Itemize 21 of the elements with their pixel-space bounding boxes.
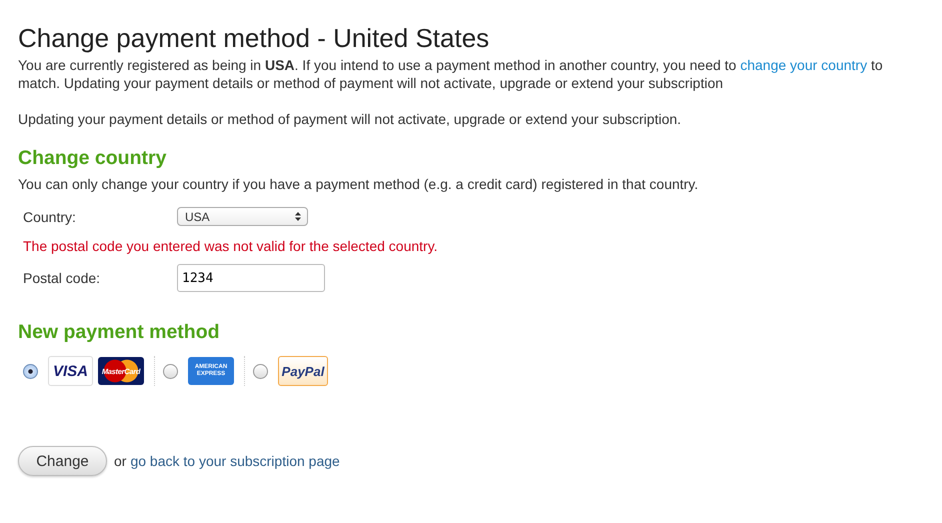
country-select[interactable]: USA <box>177 207 308 226</box>
postal-code-field[interactable]: 1234 <box>177 264 325 292</box>
radio-button[interactable] <box>163 364 178 378</box>
field-label: Postal code: <box>23 270 102 286</box>
card-logo: PayPal <box>278 356 328 386</box>
dropdown-arrow-icon <box>295 212 301 221</box>
page-title: Change payment method - United States <box>18 22 490 54</box>
card-logo: VISA <box>48 356 93 386</box>
or-text: or <box>114 453 126 469</box>
error-message: The postal code you entered was not valid for the selected country. <box>23 238 439 254</box>
radio-button[interactable] <box>23 364 38 378</box>
section-description: You can only change your country if you have a payment method (e.g. a credit card) registered in that country. <box>18 175 700 193</box>
intro-text: You are currently registered as being in USA. If you intend to use a payment method in another country, you need to change your country to match. Updating your payment details or method of payment will not activate, upgrade or extend your subscription <box>18 56 884 92</box>
change-country-link[interactable]: change your country <box>740 57 868 73</box>
change-button[interactable]: Change <box>18 446 107 476</box>
section-heading: Change country <box>18 146 168 170</box>
notice-text: Updating your payment details or method of payment will not activate, upgrade or extend your subscription. <box>18 110 682 128</box>
section-heading: New payment method <box>18 320 221 344</box>
field-label: Country: <box>23 208 77 224</box>
radio-button[interactable] <box>253 364 268 378</box>
subscription-page-link[interactable]: go back to your subscription page <box>130 453 340 469</box>
